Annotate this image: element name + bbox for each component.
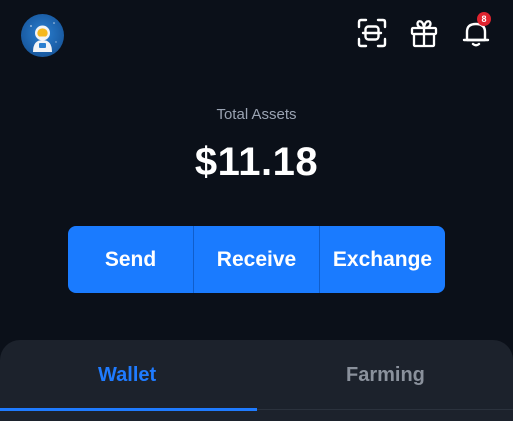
active-tab-indicator [0, 408, 257, 411]
gift-icon [410, 20, 438, 48]
astronaut-avatar-icon [30, 22, 57, 52]
user-avatar[interactable] [21, 14, 64, 57]
tab-farming[interactable]: Farming [346, 364, 425, 387]
asset-tabs-panel: Wallet Farming [0, 340, 513, 421]
receive-button[interactable]: Receive [194, 226, 319, 293]
send-button[interactable]: Send [68, 226, 193, 293]
scan-button[interactable] [357, 18, 387, 48]
total-assets-value: $11.18 [194, 140, 319, 184]
action-button-group: Send Receive Exchange [68, 226, 445, 293]
wallet-screen: 8 Total Assets $11.18 Send Receive Excha… [0, 0, 513, 421]
exchange-button[interactable]: Exchange [320, 226, 445, 293]
tab-divider-line [257, 409, 513, 410]
notification-count-badge: 8 [477, 12, 491, 26]
scan-icon [357, 18, 387, 48]
gift-button[interactable] [409, 18, 439, 48]
total-assets-label: Total Assets [216, 106, 297, 123]
tab-wallet[interactable]: Wallet [98, 364, 156, 387]
